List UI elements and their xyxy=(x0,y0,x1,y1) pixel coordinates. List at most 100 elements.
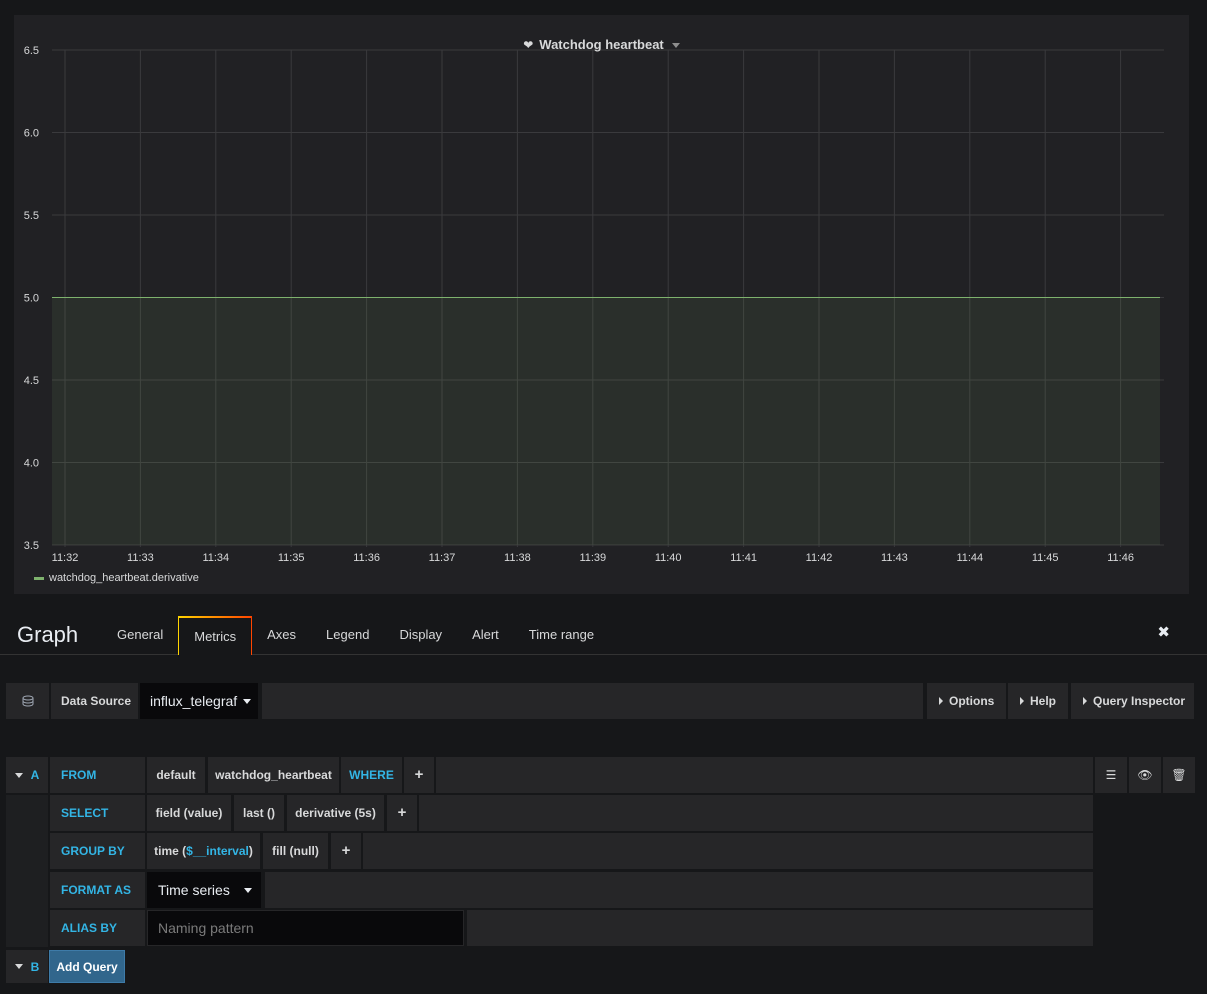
alias-by-row: ALIAS BY xyxy=(50,910,1093,946)
eye-icon[interactable]: 👁 xyxy=(1129,757,1161,793)
from-row: FROM default watchdog_heartbeat WHERE + xyxy=(50,757,1093,793)
close-icon[interactable]: ✖ xyxy=(1157,623,1170,641)
add-query-button[interactable]: Add Query xyxy=(49,950,125,983)
datasource-value: influx_telegraf xyxy=(150,693,238,709)
retention-policy-segment[interactable]: default xyxy=(147,757,205,793)
chevron-down-icon xyxy=(14,964,23,969)
select-derivative-segment[interactable]: derivative (5s) xyxy=(287,795,384,831)
select-row-filler xyxy=(419,795,1093,831)
alias-row-filler xyxy=(467,910,1093,946)
from-label: FROM xyxy=(50,757,145,793)
x-tick-label: 11:41 xyxy=(730,552,757,564)
graph-panel: 6.5 6.0 5.5 5.0 4.5 4.0 3.5 11:32 11:33 11:34 11:3… xyxy=(14,15,1189,594)
x-tick-label: 11:33 xyxy=(127,552,154,564)
fill-segment[interactable]: fill (null) xyxy=(263,833,328,869)
select-row: SELECT field (value) last () derivative … xyxy=(50,795,1093,831)
group-time-prefix: time ( xyxy=(154,844,187,858)
caret-right-icon xyxy=(1020,697,1024,705)
measurement-segment[interactable]: watchdog_heartbeat xyxy=(208,757,339,793)
chevron-down-icon xyxy=(243,887,252,893)
tab-axes[interactable]: Axes xyxy=(252,616,311,655)
x-tick-label: 11:45 xyxy=(1032,552,1059,564)
x-tick-label: 11:32 xyxy=(52,552,79,564)
where-keyword: WHERE xyxy=(341,757,402,793)
y-tick-label: 3.5 xyxy=(24,540,39,552)
datasource-filler xyxy=(262,683,923,719)
add-group-by-button[interactable]: + xyxy=(331,833,361,869)
help-button[interactable]: Help xyxy=(1008,683,1068,719)
y-tick-label: 5.5 xyxy=(24,210,39,222)
caret-right-icon xyxy=(1083,697,1087,705)
format-as-value: Time series xyxy=(158,882,230,898)
select-last-segment[interactable]: last () xyxy=(234,795,284,831)
x-tick-label: 11:40 xyxy=(655,552,682,564)
format-as-row: FORMAT AS Time series xyxy=(50,872,1093,908)
panel-title-text: Watchdog heartbeat xyxy=(539,37,664,52)
legend-swatch xyxy=(34,576,44,580)
y-tick-label: 6.0 xyxy=(24,128,39,140)
group-time-variable: $__interval xyxy=(186,844,249,858)
tab-alert[interactable]: Alert xyxy=(457,616,514,655)
x-tick-label: 11:37 xyxy=(429,552,456,564)
group-time-segment[interactable]: time ($__interval) xyxy=(147,833,260,869)
legend: watchdog_heartbeat.derivative xyxy=(34,572,199,584)
trash-icon[interactable]: 🗑 xyxy=(1163,757,1195,793)
x-tick-label: 11:46 xyxy=(1107,552,1134,564)
query-b-toggle[interactable]: B xyxy=(6,950,48,983)
query-inspector-label: Query Inspector xyxy=(1093,694,1186,708)
alias-by-label: ALIAS BY xyxy=(50,910,145,946)
y-tick-label: 5.0 xyxy=(24,293,39,305)
select-field-segment[interactable]: field (value) xyxy=(147,795,231,831)
chevron-down-icon xyxy=(14,772,23,778)
x-tick-label: 11:38 xyxy=(504,552,531,564)
tab-general[interactable]: General xyxy=(102,616,178,655)
options-button[interactable]: Options xyxy=(927,683,1006,719)
panel-title[interactable]: ❤ Watchdog heartbeat xyxy=(14,37,1189,52)
query-a-toggle[interactable]: A xyxy=(6,757,48,793)
group-by-row-filler xyxy=(363,833,1093,869)
format-row-filler xyxy=(265,872,1093,908)
heart-icon: ❤ xyxy=(523,38,534,52)
caret-right-icon xyxy=(939,697,943,705)
add-where-button[interactable]: + xyxy=(404,757,434,793)
datasource-label: Data Source xyxy=(51,683,138,719)
datasource-row: Data Source influx_telegraf Options Help… xyxy=(6,683,1194,719)
editor-title: Graph xyxy=(17,622,79,647)
format-as-label: FORMAT AS xyxy=(50,872,145,908)
x-tick-label: 11:35 xyxy=(278,552,305,564)
alias-input[interactable] xyxy=(147,910,464,946)
query-ref-b: B xyxy=(30,959,40,974)
help-label: Help xyxy=(1030,694,1057,708)
menu-icon[interactable]: ☰ xyxy=(1095,757,1127,793)
group-by-label: GROUP BY xyxy=(50,833,145,869)
y-tick-label: 4.5 xyxy=(24,375,39,387)
chevron-down-icon xyxy=(243,698,252,704)
group-by-row: GROUP BY time ($__interval) fill (null) … xyxy=(50,833,1093,869)
tab-display[interactable]: Display xyxy=(384,616,457,655)
x-tick-label: 11:36 xyxy=(353,552,380,564)
add-select-button[interactable]: + xyxy=(387,795,417,831)
database-icon xyxy=(6,683,49,719)
x-tick-label: 11:34 xyxy=(202,552,229,564)
tab-metrics[interactable]: Metrics xyxy=(178,616,253,656)
editor-tabs: General Metrics Axes Legend Display Aler… xyxy=(102,616,609,656)
legend-series-label[interactable]: watchdog_heartbeat.derivative xyxy=(49,572,199,584)
x-tick-label: 11:43 xyxy=(881,552,908,564)
y-tick-label: 4.0 xyxy=(24,458,39,470)
chart-canvas: 6.56.05.55.04.54.03.511:32 11:33 11:34 11:3… xyxy=(24,45,1164,564)
query-a-gutter xyxy=(6,795,48,947)
x-tick-label: 11:44 xyxy=(956,552,983,564)
chevron-down-icon xyxy=(671,43,680,49)
tab-legend[interactable]: Legend xyxy=(311,616,384,655)
select-label: SELECT xyxy=(50,795,145,831)
options-label: Options xyxy=(949,694,995,708)
tab-time-range[interactable]: Time range xyxy=(514,616,609,655)
series-area-fill xyxy=(52,297,1160,545)
from-row-filler xyxy=(436,757,1093,793)
group-time-suffix: ) xyxy=(248,844,253,858)
format-as-select[interactable]: Time series xyxy=(147,872,261,908)
query-inspector-button[interactable]: Query Inspector xyxy=(1071,683,1194,719)
datasource-select[interactable]: influx_telegraf xyxy=(140,683,258,719)
x-tick-label: 11:39 xyxy=(579,552,606,564)
x-tick-label: 11:42 xyxy=(806,552,833,564)
